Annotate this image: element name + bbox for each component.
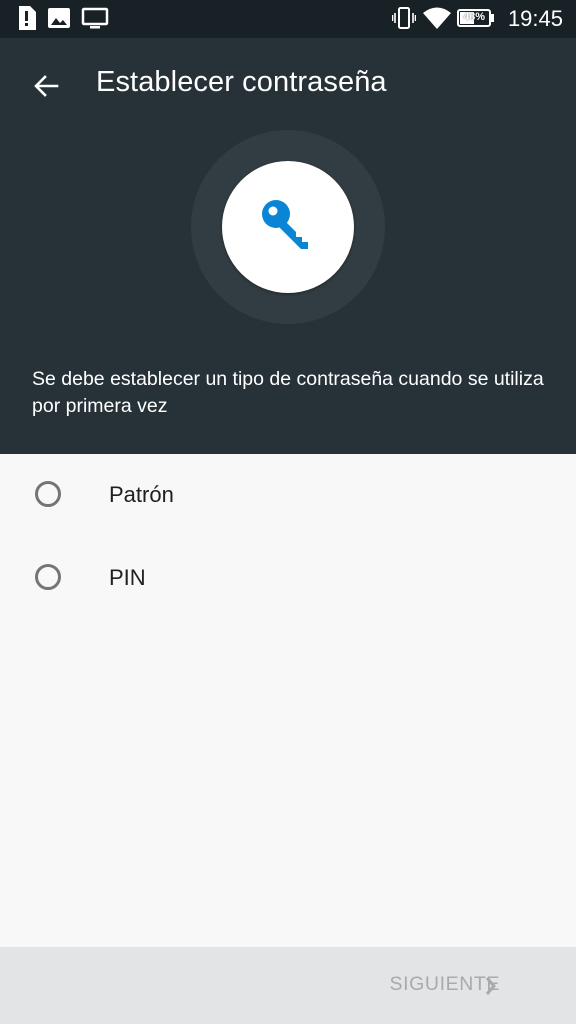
wifi-icon <box>423 7 451 29</box>
arrow-back-icon <box>34 75 59 97</box>
image-notification-icon <box>48 8 70 28</box>
screen: 48% 19:45 Establecer contraseña Se debe … <box>0 0 576 1024</box>
status-bar: 48% 19:45 <box>0 0 576 38</box>
chevron-right-icon <box>485 977 496 995</box>
password-type-options: Patrón PIN <box>0 454 576 620</box>
status-time: 19:45 <box>507 6 563 31</box>
option-pattern[interactable]: Patrón <box>0 454 576 537</box>
option-label: Patrón <box>109 482 174 507</box>
back-button[interactable] <box>22 62 70 110</box>
option-pin[interactable]: PIN <box>0 537 576 620</box>
battery-percent: 48% <box>463 11 486 23</box>
alert-notification-icon <box>19 6 36 30</box>
vibrate-icon <box>392 7 416 29</box>
battery-icon: 48% <box>457 9 495 27</box>
page-title: Establecer contraseña <box>96 66 387 98</box>
cast-screen-icon <box>81 7 109 29</box>
radio-button[interactable] <box>35 481 61 507</box>
header: Establecer contraseña Se debe establecer… <box>0 38 576 454</box>
radio-button[interactable] <box>35 564 61 590</box>
key-icon <box>262 200 308 249</box>
key-icon-badge <box>222 161 354 293</box>
description-text: Se debe establecer un tipo de contraseña… <box>32 368 544 417</box>
option-label: PIN <box>109 565 146 590</box>
